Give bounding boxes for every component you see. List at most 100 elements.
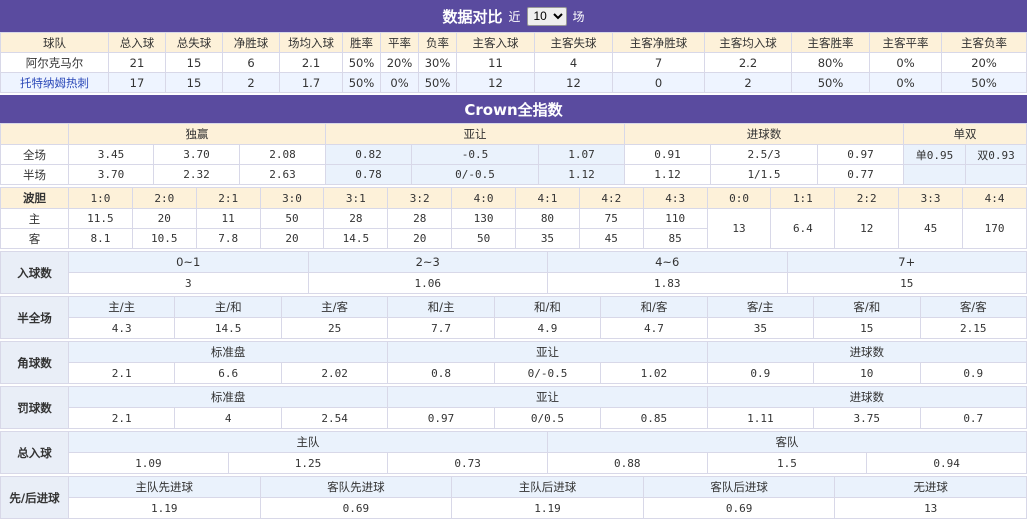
compare-cell: 4 [534,52,613,73]
htft-value: 4.9 [493,317,602,339]
cs-score: 4:4 [962,187,1027,209]
total-value: 0.88 [546,452,708,474]
first-value: 1.19 [451,497,644,519]
total-value: 0.94 [866,452,1027,474]
compare-table: 球队 总入球 总失球 净胜球 场均入球 胜率 平率 负率 主客入球 主客失球 主客净胜球 主客均入球主… [0,32,1027,93]
compare-cell: 15 [165,72,223,93]
corner-label: 角球数 [0,341,69,384]
cs-score: 0:0 [706,187,772,209]
compare-col-header: 主客胜率 [791,32,870,53]
group-goals: 进球数 [623,123,905,145]
compare-cell: 50% [342,52,381,73]
crown-odds-cell: 0.91 [624,144,711,165]
crown-odds-cell: 0.77 [816,164,905,185]
penalty-value: 0.85 [600,407,708,429]
corner-value: 2.1 [67,362,176,384]
total-head-row: 总入球 主队 客队 [0,431,1027,474]
compare-cell: 0% [869,52,942,73]
cs-home-odds: 28 [387,208,453,229]
total-head: 主队 [68,431,548,453]
total-value-row: 1.09 1.25 0.73 0.88 1.5 0.94 [1,452,1027,474]
compare-header-row: 球队 总入球 总失球 净胜球 场均入球 胜率 平率 负率 主客入球 主客失球 主客净胜球 主客均入球主… [0,32,1027,53]
cs-away-odds: 85 [642,228,708,249]
cs-label: 波胆 [0,187,69,209]
htft-head: 客/客 [919,296,1027,318]
crown-odds-cell [903,164,967,185]
goals-value: 15 [786,272,1027,294]
cs-score: 4:2 [578,187,644,209]
penalty-value: 0.7 [919,407,1027,429]
correct-score-table: 波胆 1:0 2:0 2:1 3:0 3:1 3:2 4:0 4:1 4:2 4:3 0:0 1:1 2:… [0,187,1027,249]
crown-odds-cell: 1.12 [624,164,711,185]
near-label: 近 [508,9,521,24]
htft-head: 和/客 [600,296,708,318]
corner-table: 角球数 标准盘 亚让 进球数 2.1 6.6 2.02 0.8 0/-0.5 1.02 0.9 10 0… [0,341,1027,384]
cs-score: 2:2 [834,187,900,209]
cs-score: 2:1 [195,187,261,209]
first-head: 无进球 [834,476,1027,498]
match-count-select[interactable]: 10 [526,6,567,26]
compare-cell: 50% [418,72,457,93]
compare-cell: 2.1 [279,52,343,73]
goals-value: 1.06 [307,272,548,294]
cs-home-odds: 75 [578,208,644,229]
cs-away-odds: 20 [387,228,453,249]
odds-page: 数据对比 近 10 场 球队 总入球 总失球 净胜球 场均入球 胜率 平率 负率 主客入球 主客失… [0,0,1027,531]
goals-head-row: 入球数 0~1 2~3 4~6 7+ [0,251,1027,294]
compare-cell: 2 [222,72,280,93]
team-name-link[interactable]: 托特纳姆热刺 [0,72,109,93]
crown-odds-cell: 0.97 [816,144,905,165]
cs-home-odds: 80 [515,208,580,229]
compare-col-header: 平率 [380,32,419,53]
compare-cell: 50% [342,72,381,93]
cs-score: 3:0 [259,187,325,209]
crown-odds-cell: 0/-0.5 [411,164,539,185]
corner-head: 进球数 [706,341,1027,363]
goals-value-row: 3 1.06 1.83 15 [1,272,1027,294]
compare-cell: 50% [791,72,870,93]
compare-cell: 2 [704,72,792,93]
team-name-link[interactable]: 阿尔克马尔 [0,52,109,73]
full-label: 全场 [0,144,69,165]
compare-cell: 6 [222,52,280,73]
cs-draw-odds: 6.4 [770,208,836,249]
cs-home-odds: 130 [451,208,517,229]
crown-odds-cell: -0.5 [411,144,539,165]
half-label: 半场 [0,164,69,185]
total-value: 0.73 [387,452,548,474]
first-label: 先/后进球 [0,476,69,519]
compare-cell: 50% [941,72,1027,93]
first-value-row: 1.19 0.69 1.19 0.69 13 [1,497,1027,519]
goals-table: 入球数 0~1 2~3 4~6 7+ 3 1.06 1.83 15 [0,251,1027,294]
penalty-head: 亚让 [387,386,708,408]
compare-cell: 12 [456,72,535,93]
crown-header: Crown全指数 [0,95,1027,123]
htft-head-row: 半全场 主/主 主/和 主/客 和/主 和/和 和/客 客/主 客/和 客/客 [0,296,1027,339]
htft-value: 7.7 [387,317,495,339]
compare-col-header: 总入球 [108,32,166,53]
corner-value: 10 [813,362,921,384]
penalty-value: 3.75 [813,407,921,429]
corner-head: 亚让 [387,341,708,363]
cs-score: 3:2 [387,187,453,209]
corner-head: 标准盘 [67,341,389,363]
crown-odds-cell: 2.08 [239,144,326,165]
compare-cell: 12 [534,72,613,93]
crown-odds-cell: 1.12 [538,164,625,185]
htft-value: 25 [280,317,389,339]
compare-cell: 30% [418,52,457,73]
corner-value-row: 2.1 6.6 2.02 0.8 0/-0.5 1.02 0.9 10 0.9 [1,362,1027,384]
crown-odds-cell: 0.82 [325,144,412,165]
total-table: 总入球 主队 客队 1.09 1.25 0.73 0.88 1.5 0.94 [0,431,1027,474]
crown-odds-cell: 1.07 [538,144,625,165]
compare-cell: 2.2 [704,52,792,73]
cs-away-odds: 50 [451,228,517,249]
cs-home-odds: 11 [195,208,261,229]
group-odd-even: 单双 [903,123,1027,145]
first-head: 主队后进球 [451,476,644,498]
compare-col-header: 主客净胜球 [612,32,705,53]
cs-away-odds: 7.8 [195,228,261,249]
htft-head: 和/和 [493,296,602,318]
penalty-value: 0/0.5 [493,407,602,429]
compare-col-header: 主客平率 [869,32,942,53]
